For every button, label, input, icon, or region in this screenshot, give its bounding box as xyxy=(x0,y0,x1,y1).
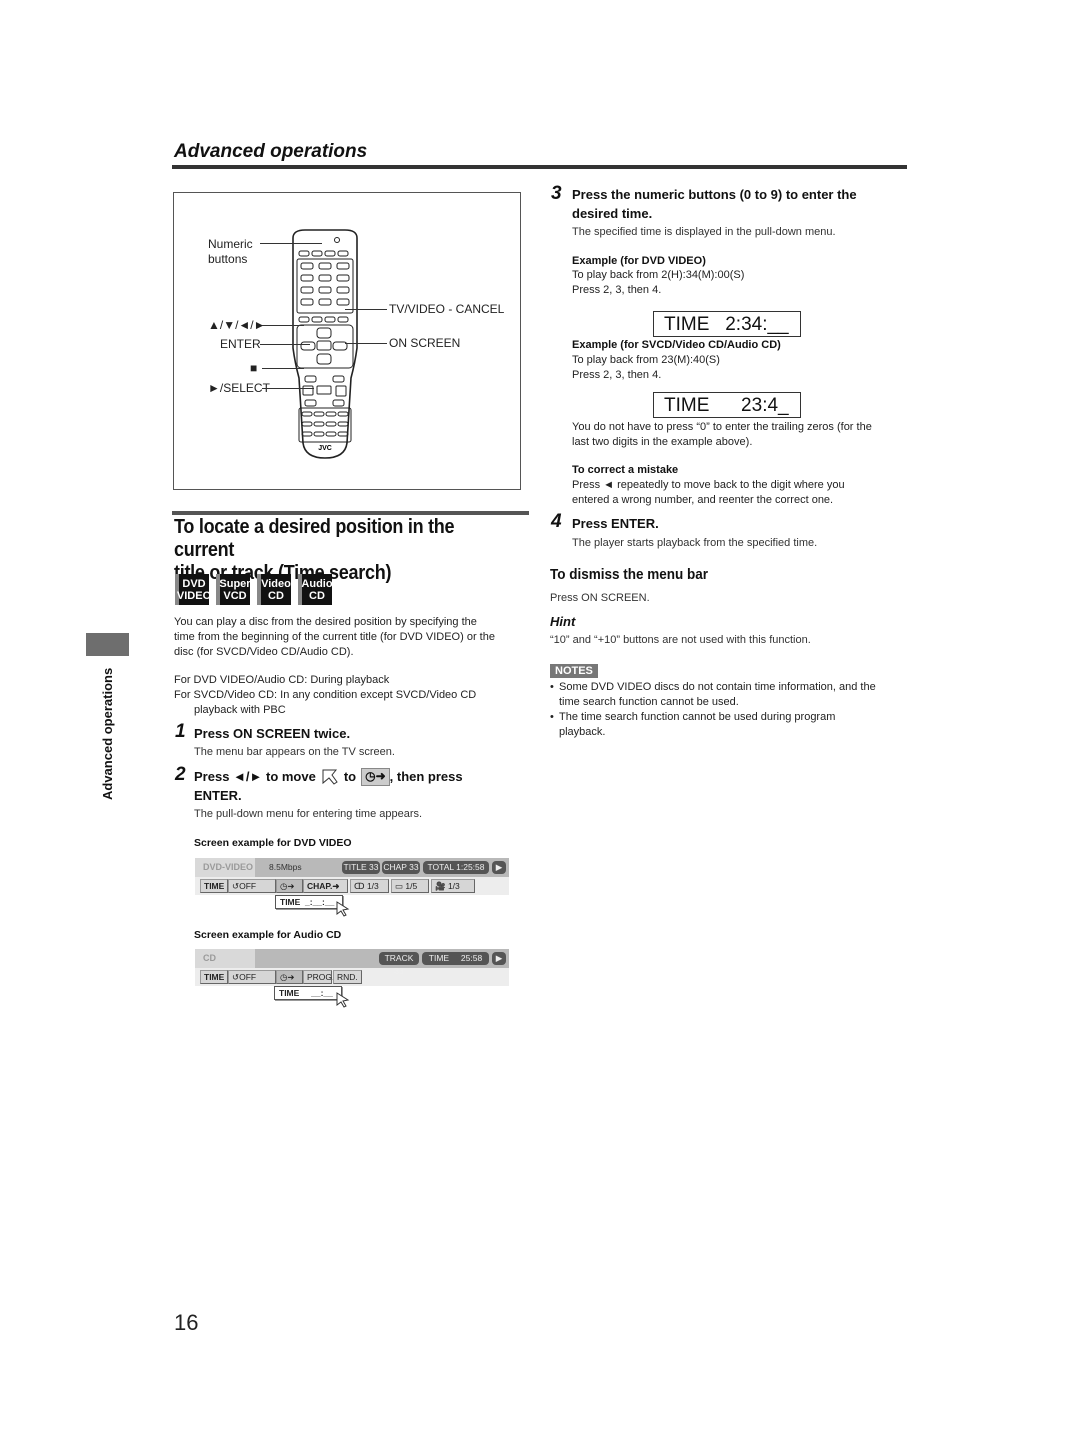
dvd-time-pulldown[interactable]: TIME _:__:__ xyxy=(275,895,343,909)
step-3-desc: The specified time is displayed in the p… xyxy=(572,226,836,238)
leader-line xyxy=(262,388,314,389)
intro-paragraph: You can play a disc from the desired pos… xyxy=(174,616,495,658)
cd-screen-caption: Screen example for Audio CD xyxy=(194,929,342,941)
example-dvd-heading: Example (for DVD VIDEO) xyxy=(572,255,706,267)
play-status-icon: ▶ xyxy=(492,861,506,874)
dismiss-text: Press ON SCREEN. xyxy=(550,592,650,604)
time-indicator: TIME 25:58 xyxy=(422,952,489,965)
leader-line xyxy=(345,343,387,344)
condition-list: For DVD VIDEO/Audio CD: During playback … xyxy=(174,674,477,716)
osd-time-button[interactable]: TIME xyxy=(200,970,228,984)
notes-list: • Some DVD VIDEO discs do not contain tim… xyxy=(550,680,920,740)
step-4-desc: The player starts playback from the spec… xyxy=(572,537,818,549)
osd-program-button[interactable]: PROG. xyxy=(303,970,334,984)
callout-on-screen: ON SCREEN xyxy=(389,336,461,350)
time-display-dvd: TIME 2:34:__ xyxy=(653,311,801,337)
step-2-desc: The pull-down menu for entering time app… xyxy=(194,808,423,820)
osd-repeat-button[interactable]: ↺OFF xyxy=(228,879,276,893)
brand-logo: JVC xyxy=(318,445,332,452)
correct-mistake-text: Press ◄ repeatedly to move back to the d… xyxy=(572,479,845,506)
pointer-cursor-icon xyxy=(336,992,350,1008)
step-4-title: Press ENTER. xyxy=(572,516,659,531)
osd-time-search-button[interactable]: ◷➜ xyxy=(276,879,303,893)
chapter-indicator: CHAP 33 xyxy=(382,861,420,874)
callout-numeric-2: buttons xyxy=(208,252,248,266)
pointer-cursor-icon xyxy=(336,901,350,917)
step-1-number: 1 xyxy=(175,721,186,742)
step-2-title-cont: ENTER. xyxy=(194,788,242,803)
trailing-zeros-note: You do not have to press “0” to enter th… xyxy=(572,421,872,448)
note-item: • The time search function cannot be used… xyxy=(550,711,836,738)
badge-audio-cd: Audio CD xyxy=(298,574,333,605)
leader-line xyxy=(262,325,304,326)
badge-video-cd: Video CD xyxy=(257,574,291,605)
callout-select: ►/SELECT xyxy=(208,381,270,395)
track-indicator: TRACK 33 xyxy=(379,952,419,976)
note-item: • Some DVD VIDEO discs do not contain tim… xyxy=(550,681,876,708)
hint-text: “10” and “+10” buttons are not used with… xyxy=(550,634,811,646)
dvd-osd-menu-bar: DVD-VIDEO 8.5Mbps TITLE 33 CHAP 33 TOTAL… xyxy=(195,858,509,895)
osd-time-search-button[interactable]: ◷➜ xyxy=(276,970,303,984)
callout-enter: ENTER xyxy=(220,337,261,351)
notes-label: NOTES xyxy=(550,661,598,679)
play-status-icon: ▶ xyxy=(492,952,506,965)
step-1-desc: The menu bar appears on the TV screen. xyxy=(194,746,395,758)
cd-osd-menu-bar: CD TRACK 33 TIME 25:58 ▶ TIME ↺OFF ◷➜ PR… xyxy=(195,949,509,986)
page-number: 16 xyxy=(174,1310,199,1335)
callout-arrows: ▲/▼/◄/► xyxy=(208,318,266,332)
step-3-number: 3 xyxy=(551,183,562,204)
section-title: Advanced operations xyxy=(174,141,368,162)
step-3-title: Press the numeric buttons (0 to 9) to en… xyxy=(572,187,857,221)
osd-chapter-search-button[interactable]: CHAP.➜ xyxy=(303,879,348,893)
dismiss-heading: To dismiss the menu bar xyxy=(550,566,709,583)
dvd-screen-caption: Screen example for DVD VIDEO xyxy=(194,837,352,849)
step-4-number: 4 xyxy=(551,511,562,532)
example-dvd-text: To play back from 2(H):34(M):00(S) Press… xyxy=(572,269,745,296)
badge-dvd-video: DVD VIDEO xyxy=(175,574,211,605)
disc-type-label: CD xyxy=(195,949,255,968)
example-svcd-heading: Example (for SVCD/Video CD/Audio CD) xyxy=(572,339,781,351)
osd-repeat-button[interactable]: ↺OFF xyxy=(228,970,276,984)
osd-subtitle-button[interactable]: ▭ 1/5 xyxy=(391,879,429,893)
side-tab-marker xyxy=(86,633,129,656)
bitrate-label: 8.5Mbps xyxy=(269,862,302,872)
section-rule xyxy=(172,165,907,169)
disc-type-label: DVD-VIDEO xyxy=(195,858,255,877)
total-time-indicator: TOTAL 1:25:58 xyxy=(423,861,489,874)
osd-time-button[interactable]: TIME xyxy=(200,879,228,893)
example-svcd-text: To play back from 23(M):40(S) Press 2, 3… xyxy=(572,354,720,381)
disc-type-badges: DVD VIDEO Super VCD Video CD Audio CD xyxy=(175,574,333,605)
osd-angle-button[interactable]: 🎥 1/3 xyxy=(431,879,475,893)
osd-audio-button[interactable]: ↀ 1/3 xyxy=(350,879,389,893)
leader-line xyxy=(345,309,387,310)
cd-time-pulldown[interactable]: TIME __:__ xyxy=(274,986,342,1000)
heading-rule xyxy=(172,511,529,515)
title-indicator: TITLE 33 xyxy=(342,861,380,874)
callout-numeric: Numeric xyxy=(208,237,253,251)
hint-heading: Hint xyxy=(550,614,576,629)
leader-line xyxy=(260,344,310,345)
cursor-icon xyxy=(322,769,338,785)
callout-tv-video-cancel: TV/VIDEO - CANCEL xyxy=(389,302,505,316)
step-1-title: Press ON SCREEN twice. xyxy=(194,726,351,741)
side-tab-label: Advanced operations xyxy=(100,667,115,800)
badge-super-vcd: Super VCD xyxy=(216,574,251,605)
time-display-svcd: TIME 23:4_ xyxy=(653,392,801,418)
osd-random-button[interactable]: RND. xyxy=(333,970,362,984)
correct-mistake-heading: To correct a mistake xyxy=(572,464,679,476)
callout-stop: ■ xyxy=(250,361,258,375)
leader-line xyxy=(260,243,322,244)
step-2-title: Press ◄/► to move to ◷➜ , then press xyxy=(194,767,463,786)
time-search-icon: ◷➜ xyxy=(361,767,390,786)
main-heading-line-1: To locate a desired position in the curr… xyxy=(174,516,455,561)
leader-line xyxy=(262,368,304,369)
step-2-number: 2 xyxy=(175,764,186,785)
